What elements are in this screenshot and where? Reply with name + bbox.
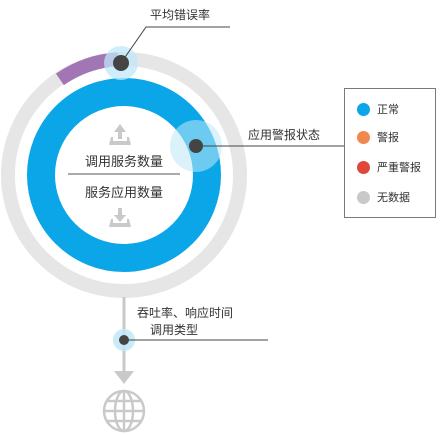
nodata-dot-icon [357, 190, 370, 204]
critical-dot-icon [357, 160, 370, 174]
download-tray-icon [109, 208, 131, 227]
throughput-label-line2: 调用类型 [150, 323, 199, 337]
globe-icon [102, 389, 146, 433]
throughput-label-line1: 吞吐率、响应时间 [137, 306, 234, 320]
legend-item-critical: 严重警报 [357, 159, 421, 175]
arrow-down-icon [114, 371, 134, 384]
service-app-count-label: 服务应用数量 [84, 186, 163, 201]
app-alarm-status-label: 应用警报状态 [248, 128, 321, 142]
legend-label: 无数据 [377, 191, 410, 204]
legend-label: 警报 [377, 131, 399, 144]
legend-item-normal: 正常 [357, 101, 399, 117]
legend-label: 严重警报 [377, 161, 421, 174]
status-legend: 正常 警报 严重警报 无数据 [344, 88, 436, 218]
legend-label: 正常 [377, 103, 399, 116]
legend-item-nodata: 无数据 [357, 189, 410, 205]
avg-error-rate-label: 平均错误率 [150, 8, 211, 22]
call-service-count-label: 调用服务数量 [84, 155, 163, 170]
normal-dot-icon [357, 102, 370, 116]
legend-item-alarm: 警报 [357, 129, 399, 145]
upload-tray-icon [109, 124, 131, 145]
alarm-dot-icon [357, 130, 370, 144]
main-ring [27, 78, 221, 272]
